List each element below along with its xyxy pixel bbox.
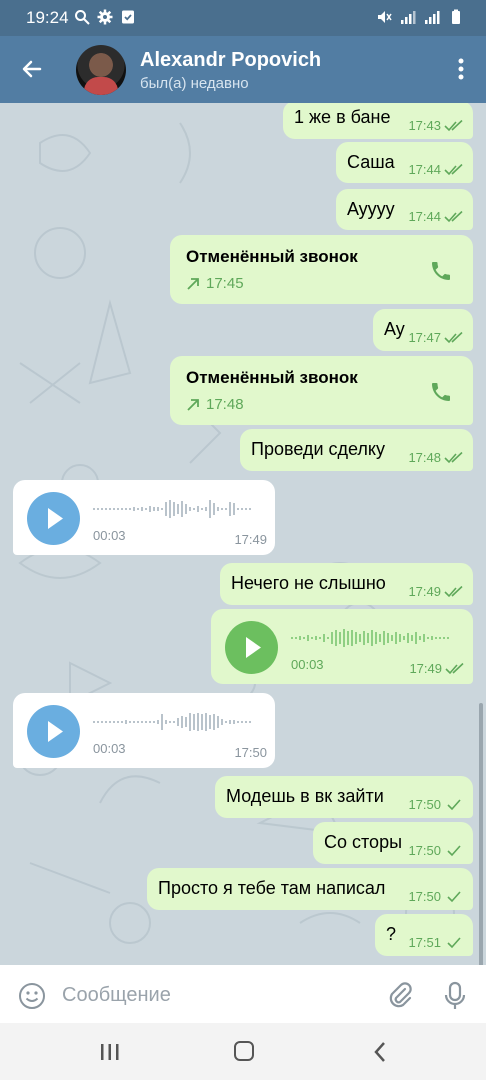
voice-message-bubble[interactable]: 00:03 17:49: [13, 480, 275, 555]
play-button[interactable]: [27, 492, 80, 545]
message-time: 17:43: [408, 118, 441, 133]
double-check-icon: [444, 451, 463, 463]
message-bubble[interactable]: Нечего не слышно 17:49: [220, 563, 473, 605]
message-bubble[interactable]: Проведи сделку 17:48: [240, 429, 473, 471]
double-check-icon: [444, 119, 463, 131]
outgoing-arrow-icon: [187, 277, 199, 290]
search-icon: [75, 10, 90, 25]
message-input-bar: Сообщение: [0, 965, 486, 1023]
voice-duration: 00:03: [93, 528, 126, 543]
message-bubble[interactable]: Ау 17:47: [373, 309, 473, 351]
battery-icon: [452, 9, 460, 24]
message-time: 17:48: [408, 450, 441, 465]
status-time: 19:24: [26, 8, 69, 27]
mic-icon[interactable]: [443, 981, 467, 1011]
message-text: Саша: [347, 152, 395, 172]
play-icon: [48, 721, 63, 742]
play-button[interactable]: [27, 705, 80, 758]
message-text: Просто я тебе там написал: [158, 878, 386, 898]
message-time: 17:49: [408, 584, 441, 599]
message-text: Модешь в вк зайти: [226, 786, 384, 806]
system-nav-bar: [0, 1023, 486, 1080]
message-time: 17:44: [408, 162, 441, 177]
voice-message-bubble[interactable]: 00:03 17:49: [211, 609, 473, 684]
play-button[interactable]: [225, 621, 278, 674]
message-text: Нечего не слышно: [231, 573, 386, 593]
mute-icon: [378, 11, 392, 23]
single-check-icon: [447, 798, 461, 810]
message-bubble[interactable]: Модешь в вк зайти 17:50: [215, 776, 473, 818]
message-input[interactable]: Сообщение: [62, 984, 171, 1007]
message-time: 17:47: [408, 330, 441, 345]
message-text: ?: [386, 924, 397, 944]
message-text: Проведи сделку: [251, 439, 385, 459]
call-time: 17:48: [206, 396, 244, 413]
back-arrow-icon[interactable]: [20, 57, 44, 81]
contact-name[interactable]: Alexandr Popovich: [140, 49, 321, 72]
message-text: Ayyyy: [347, 199, 395, 219]
play-icon: [48, 508, 63, 529]
message-time: 17:44: [408, 209, 441, 224]
outgoing-arrow-icon: [187, 398, 199, 411]
message-time: 17:50: [408, 797, 441, 812]
message-bubble[interactable]: ? 17:51: [375, 914, 473, 956]
double-check-icon: [444, 585, 463, 597]
message-list[interactable]: 1 же в бане 17:43 Саша 17:44 Ayyyy 17:44…: [0, 103, 486, 965]
message-bubble[interactable]: Просто я тебе там написал 17:50: [147, 868, 473, 910]
message-bubble[interactable]: 1 же в бане 17:43: [283, 103, 473, 139]
message-time: 17:50: [408, 889, 441, 904]
waveform[interactable]: [291, 627, 451, 649]
double-check-icon: [445, 662, 464, 674]
message-text: 1 же в бане: [294, 107, 391, 127]
attach-icon[interactable]: [386, 981, 414, 1009]
message-time: 17:50: [408, 843, 441, 858]
status-bar: 19:24: [0, 0, 486, 36]
call-title: Отменённый звонок: [186, 247, 358, 266]
double-check-icon: [444, 163, 463, 175]
message-bubble[interactable]: Со сторы 17:50: [313, 822, 473, 864]
message-text: Ау: [384, 319, 405, 339]
voice-duration: 00:03: [93, 741, 126, 756]
nav-back-icon[interactable]: [372, 1040, 388, 1064]
waveform[interactable]: [93, 711, 253, 733]
call-time: 17:45: [206, 275, 244, 292]
signal-4g-icon: [425, 11, 440, 24]
message-time: 17:50: [234, 745, 267, 760]
voice-message-bubble[interactable]: 00:03 17:50: [13, 693, 275, 768]
scrollbar[interactable]: [479, 703, 483, 965]
double-check-icon: [444, 210, 463, 222]
message-time: 17:49: [409, 661, 442, 676]
recent-apps-icon[interactable]: [99, 1043, 121, 1061]
phone-icon[interactable]: [429, 380, 453, 404]
message-text: Со сторы: [324, 832, 403, 852]
home-button[interactable]: [234, 1041, 254, 1061]
message-bubble[interactable]: Ayyyy 17:44: [336, 189, 473, 230]
waveform[interactable]: [93, 498, 253, 520]
avatar[interactable]: [76, 45, 126, 95]
message-time: 17:51: [408, 935, 441, 950]
single-check-icon: [447, 936, 461, 948]
single-check-icon: [447, 844, 461, 856]
single-check-icon: [447, 890, 461, 902]
double-check-icon: [444, 331, 463, 343]
gear-icon: [97, 9, 113, 25]
voice-duration: 00:03: [291, 657, 324, 672]
clipboard-icon: [122, 10, 134, 24]
message-time: 17:49: [234, 532, 267, 547]
missed-call-bubble[interactable]: Отменённый звонок 17:48: [170, 356, 473, 425]
phone-icon[interactable]: [429, 259, 453, 283]
message-bubble[interactable]: Саша 17:44: [336, 142, 473, 183]
call-title: Отменённый звонок: [186, 368, 358, 387]
chat-header: Alexandr Popovich был(а) недавно: [0, 36, 486, 103]
emoji-icon[interactable]: [18, 982, 46, 1010]
signal-icon: [401, 11, 416, 24]
play-icon: [246, 637, 261, 658]
missed-call-bubble[interactable]: Отменённый звонок 17:45: [170, 235, 473, 304]
contact-status: был(а) недавно: [140, 75, 249, 92]
more-vert-icon[interactable]: [458, 58, 464, 80]
